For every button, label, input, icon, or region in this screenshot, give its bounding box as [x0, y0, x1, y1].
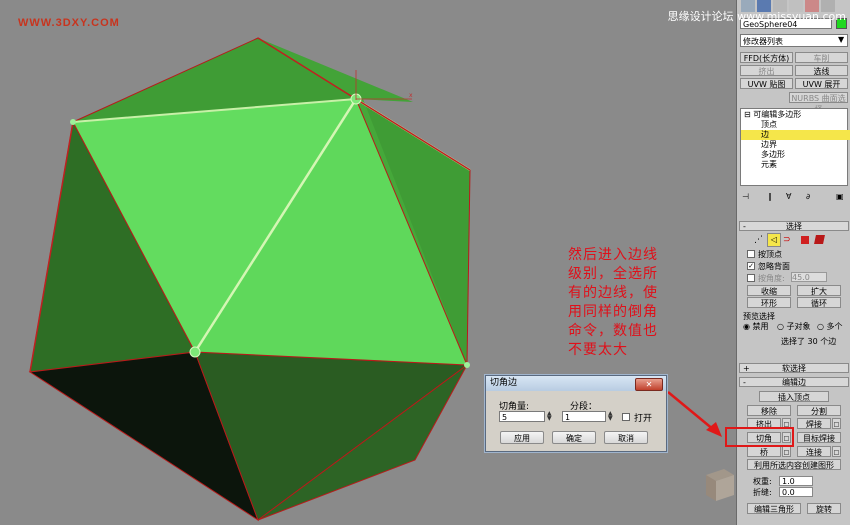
- viewport[interactable]: x WWW.3DXY.COM 然后进入边线 级别，全选所 有的边线，使 用同样的…: [0, 0, 736, 525]
- show-end-result-icon[interactable]: ∥: [768, 192, 772, 201]
- remove-button[interactable]: 移除: [747, 405, 791, 416]
- stack-item-border[interactable]: 边界: [741, 140, 850, 150]
- ring-button[interactable]: 环形: [747, 297, 791, 308]
- chamfer-amount-spinner[interactable]: ▲ ▼: [547, 411, 553, 422]
- connect-settings-button[interactable]: □: [832, 446, 841, 457]
- by-angle-checkbox[interactable]: [747, 274, 755, 282]
- preview-option-disabled[interactable]: ◉ 禁用: [743, 321, 769, 332]
- stack-root[interactable]: ⊟ 可编辑多边形: [741, 110, 850, 120]
- pin-stack-icon[interactable]: ⊣: [742, 192, 749, 201]
- edge-mode-icon[interactable]: ◁: [767, 233, 781, 247]
- modifier-button[interactable]: UVW 展开: [795, 78, 848, 89]
- ignore-backfacing-label: 忽略背面: [758, 262, 790, 271]
- note-line: 命令，数值也: [568, 323, 658, 339]
- crease-input[interactable]: 0.0: [779, 487, 813, 497]
- cancel-button[interactable]: 取消: [604, 431, 648, 444]
- gizmo-x-label: x: [409, 92, 413, 99]
- ok-button[interactable]: 确定: [552, 431, 596, 444]
- by-vertex-label: 按顶点: [758, 250, 782, 259]
- bridge-button[interactable]: 桥: [747, 446, 781, 457]
- element-mode-icon[interactable]: [814, 235, 825, 244]
- stack-toolbar: ⊣ ∥ ∀ ∂ ▣: [740, 192, 848, 204]
- connect-button[interactable]: 连接: [797, 446, 831, 457]
- weight-input[interactable]: 1.0: [779, 476, 813, 486]
- weld-settings-button[interactable]: □: [832, 418, 841, 429]
- loop-button[interactable]: 循环: [797, 297, 841, 308]
- by-angle-label: 按角度:: [758, 274, 785, 283]
- by-vertex-checkbox[interactable]: [747, 250, 755, 258]
- note-line: 不要太大: [568, 342, 628, 358]
- modifier-button[interactable]: NURBS 曲面选择: [789, 92, 848, 114]
- chevron-down-icon: ▼: [838, 35, 845, 44]
- logo-watermark: [706, 469, 734, 501]
- open-checkbox[interactable]: [622, 413, 630, 421]
- split-button[interactable]: 分割: [797, 405, 841, 416]
- forum-watermark: 思缘设计论坛 www.missyuan.com: [667, 10, 846, 23]
- selection-status: 选择了 30 个边: [781, 337, 837, 346]
- stack-item-vertex[interactable]: 顶点: [741, 120, 850, 130]
- ignore-backfacing-checkbox[interactable]: ✓: [747, 262, 755, 270]
- open-label: 打开: [634, 414, 653, 424]
- apply-button[interactable]: 应用: [500, 431, 544, 444]
- stack-item-element[interactable]: 元素: [741, 160, 850, 170]
- dialog-close-button[interactable]: ✕: [635, 378, 663, 391]
- configure-sets-icon[interactable]: ▣: [836, 192, 844, 201]
- crease-label: 折缝:: [753, 488, 772, 497]
- target-weld-button[interactable]: 目标焊接: [797, 432, 841, 443]
- modifier-button[interactable]: UVW 贴图: [740, 78, 793, 89]
- chamfer-edges-dialog: 切角边 ✕ 切角量: 分段： 5 ▲ ▼ 1 ▲ ▼ 打开 应用 确定 取消: [485, 375, 667, 452]
- angle-input[interactable]: 45.0: [791, 272, 827, 282]
- soft-selection-rollout-header[interactable]: + 软选择: [739, 363, 849, 373]
- modifier-button[interactable]: 挤出: [740, 65, 793, 76]
- insert-vertex-button[interactable]: 插入顶点: [759, 391, 829, 402]
- note-line: 级别，全选所: [568, 266, 658, 282]
- note-line: 然后进入边线: [568, 247, 658, 263]
- weight-label: 权重:: [753, 477, 772, 486]
- grow-button[interactable]: 扩大: [797, 285, 841, 296]
- modifier-list-dropdown[interactable]: 修改器列表: [740, 34, 848, 47]
- edit-edges-rollout-header[interactable]: - 编辑边: [739, 377, 849, 387]
- modifier-stack[interactable]: ⊟ 可编辑多边形 顶点 边 边界 多边形 元素: [740, 108, 850, 186]
- instruction-note: 然后进入边线 级别，全选所 有的边线，使 用同样的倒角 命令，数值也 不要太大: [568, 246, 698, 360]
- site-watermark: WWW.3DXY.COM: [18, 17, 120, 29]
- create-shape-button[interactable]: 利用所选内容创建图形: [747, 459, 841, 470]
- modifier-button[interactable]: 车削: [795, 52, 848, 63]
- modifier-button[interactable]: FFD(长方体): [740, 52, 793, 63]
- edit-triangulation-button[interactable]: 编辑三角形: [747, 503, 801, 514]
- shrink-button[interactable]: 收缩: [747, 285, 791, 296]
- vertex-mode-icon[interactable]: ⋰: [754, 235, 763, 245]
- stack-item-edge[interactable]: 边: [741, 130, 850, 140]
- preview-option-multi[interactable]: ○ 多个: [817, 321, 843, 332]
- note-line: 有的边线，使: [568, 285, 658, 301]
- segments-input[interactable]: 1: [562, 411, 606, 422]
- segments-spinner[interactable]: ▲ ▼: [608, 411, 614, 422]
- modifier-button[interactable]: 选线: [795, 65, 848, 76]
- polygon-mode-icon[interactable]: [801, 236, 809, 244]
- note-line: 用同样的倒角: [568, 304, 658, 320]
- bridge-settings-button[interactable]: □: [782, 446, 791, 457]
- weld-button[interactable]: 焊接: [797, 418, 831, 429]
- border-mode-icon[interactable]: ⊃: [783, 235, 791, 245]
- selection-rollout-header[interactable]: - 选择: [739, 221, 849, 231]
- remove-modifier-icon[interactable]: ∂: [806, 192, 810, 201]
- make-unique-icon[interactable]: ∀: [786, 192, 791, 201]
- chamfer-highlight-box: [725, 427, 794, 447]
- preview-option-subobject[interactable]: ○ 子对象: [777, 321, 811, 332]
- chamfer-amount-input[interactable]: 5: [499, 411, 545, 422]
- stack-item-polygon[interactable]: 多边形: [741, 150, 850, 160]
- turn-button[interactable]: 旋转: [807, 503, 841, 514]
- pointer-arrow: [667, 391, 715, 431]
